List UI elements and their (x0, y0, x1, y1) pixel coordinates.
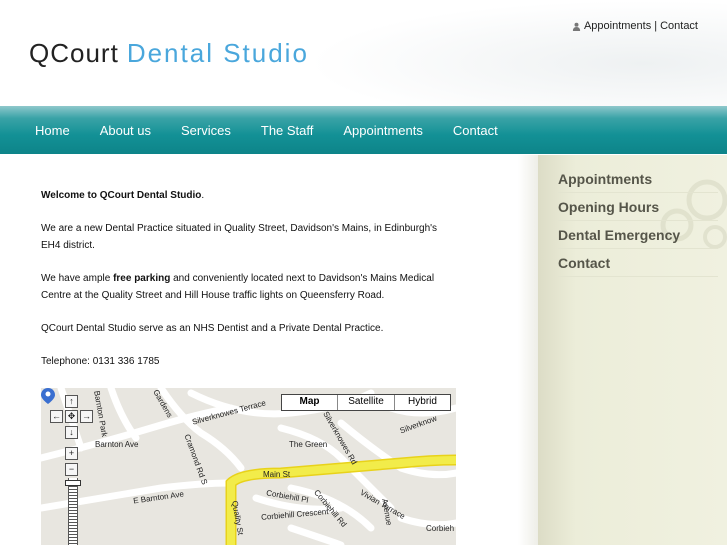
road-label: Barnton Ave (95, 440, 139, 449)
parking-text-start: We have ample (41, 273, 114, 284)
welcome-paragraph: Welcome to QCourt Dental Studio. (41, 187, 451, 204)
pan-right-button[interactable]: → (80, 410, 93, 423)
zoom-in-button[interactable]: + (65, 447, 78, 460)
top-link-appointments[interactable]: Appointments (584, 20, 651, 32)
sidebar-item-opening-hours[interactable]: Opening Hours (558, 193, 718, 221)
nav-item-the-staff[interactable]: The Staff (246, 123, 329, 138)
sidebar-item-appointments[interactable]: Appointments (558, 165, 718, 193)
sidebar-item-contact[interactable]: Contact (558, 249, 718, 277)
road-label: Corbieh (426, 524, 455, 533)
logo-text-qcourt: QCourt (29, 38, 119, 68)
header-background (307, 0, 727, 106)
top-link-contact[interactable]: Contact (660, 20, 698, 32)
nav-item-contact[interactable]: Contact (438, 123, 513, 138)
free-parking-label: free parking (113, 273, 171, 284)
sidebar-item-dental-emergency[interactable]: Dental Emergency (558, 221, 718, 249)
top-links: Appointments | Contact (572, 20, 698, 32)
road-label: The Green (289, 440, 328, 449)
main-nav: Home About us Services The Staff Appoint… (0, 106, 727, 154)
zoom-slider-handle[interactable] (65, 480, 81, 486)
zoom-out-button[interactable]: − (65, 463, 78, 476)
nav-item-services[interactable]: Services (166, 123, 246, 138)
sidebar-menu: Appointments Opening Hours Dental Emerge… (558, 165, 718, 277)
pan-down-button[interactable]: ↓ (65, 426, 78, 439)
telephone-text: Telephone: 0131 336 1785 (41, 356, 160, 367)
site-logo[interactable]: QCourt Dental Studio (29, 38, 309, 69)
road-label: Main St (263, 470, 291, 479)
map-type-satellite[interactable]: Satellite (337, 395, 394, 410)
zoom-slider[interactable] (68, 478, 78, 545)
welcome-heading: Welcome to QCourt Dental Studio (41, 190, 202, 201)
nav-item-appointments[interactable]: Appointments (328, 123, 438, 138)
welcome-period: . (201, 190, 205, 201)
pan-center-button[interactable]: ✥ (65, 410, 78, 423)
header: QCourt Dental Studio Appointments | Conta… (0, 0, 727, 106)
user-icon (572, 22, 581, 31)
main-content: Welcome to QCourt Dental Studio. We are … (41, 187, 451, 386)
top-link-separator: | (654, 20, 658, 32)
google-map[interactable]: Barnton Ave Barnton Park Gardens Silverk… (41, 388, 456, 545)
nhs-paragraph: QCourt Dental Studio serve as an NHS Den… (41, 323, 384, 334)
intro-paragraph: We are a new Dental Practice situated in… (41, 223, 438, 251)
sidebar: Appointments Opening Hours Dental Emerge… (538, 155, 727, 545)
logo-text-dental-studio: Dental Studio (126, 38, 309, 68)
map-type-map[interactable]: Map (282, 395, 337, 410)
nav-item-about-us[interactable]: About us (85, 123, 166, 138)
nav-item-home[interactable]: Home (20, 123, 85, 138)
parking-paragraph: We have ample free parking and convenien… (41, 270, 451, 304)
sidebar-shadow (518, 155, 540, 545)
map-type-hybrid[interactable]: Hybrid (394, 395, 450, 410)
pan-up-button[interactable]: ↑ (65, 395, 78, 408)
location-pin-icon[interactable] (41, 388, 55, 404)
pan-left-button[interactable]: ← (50, 410, 63, 423)
map-type-selector: Map Satellite Hybrid (281, 394, 451, 411)
